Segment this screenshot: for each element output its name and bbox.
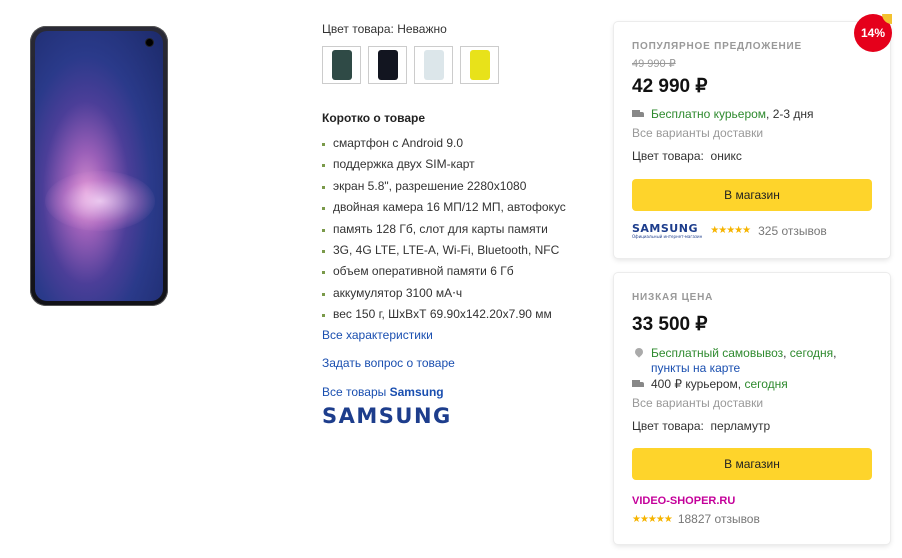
all-brand-goods-link[interactable]: Все товары Samsung — [322, 385, 444, 399]
delivery-row: Бесплатно курьером, 2-3 дня — [632, 107, 872, 122]
free-courier-link[interactable]: Бесплатно курьером — [651, 107, 766, 121]
seller-row: SAMSUNG Официальный интернет-магазин ★★★★… — [632, 222, 872, 239]
feature-item: двойная камера 16 МП/12 МП, автофокус — [322, 197, 566, 218]
product-image[interactable] — [30, 26, 168, 306]
feature-item: объем оперативной памяти 6 Гб — [322, 261, 566, 282]
feature-item: 3G, 4G LTE, LTE-A, Wi-Fi, Bluetooth, NFC — [322, 240, 566, 261]
price: 33 500 ₽ — [632, 314, 708, 335]
truck-icon — [632, 380, 645, 389]
pickup-row: Бесплатный самовывоз, сегодня, пункты на … — [632, 346, 872, 376]
color-swatches — [322, 46, 499, 84]
offer-color-value: перламутр — [710, 419, 771, 433]
feature-item: смартфон с Android 9.0 — [322, 133, 566, 154]
all-delivery-options[interactable]: Все варианты доставки — [632, 126, 872, 140]
phone-screen — [35, 31, 163, 301]
offer-color-row: Цвет товара: перламутр — [632, 419, 872, 433]
short-description-title: Коротко о товаре — [322, 111, 426, 125]
courier-row: 400 ₽ курьером, сегодня — [632, 377, 872, 392]
color-swatch-black[interactable] — [368, 46, 407, 84]
color-selector-label: Цвет товара: Неважно — [322, 22, 447, 36]
all-goods-brand: Samsung — [389, 385, 444, 399]
feature-item: аккумулятор 3100 мА⋅ч — [322, 283, 566, 304]
offer-color-value: оникс — [710, 149, 742, 163]
pickup-comma: , — [833, 346, 837, 360]
seller-subtitle: Официальный интернет-магазин — [632, 234, 703, 239]
courier-day: сегодня — [744, 377, 788, 391]
color-swatch-green[interactable] — [322, 46, 361, 84]
old-price: 49 990 ₽ — [632, 58, 676, 70]
delivery-days: , 2-3 дня — [766, 107, 814, 121]
color-swatch-yellow[interactable] — [460, 46, 499, 84]
all-characteristics-link[interactable]: Все характеристики — [322, 328, 433, 342]
all-delivery-options[interactable]: Все варианты доставки — [632, 396, 872, 410]
offer-color-row: Цвет товара: оникс — [632, 149, 872, 163]
front-camera — [145, 38, 154, 47]
color-swatch-white[interactable] — [414, 46, 453, 84]
free-pickup-link[interactable]: Бесплатный самовывоз — [651, 346, 783, 360]
all-goods-prefix: Все товары — [322, 385, 387, 399]
offer-card-popular: 14% Популярное предложение 49 990 ₽ 42 9… — [614, 14, 892, 258]
offer-kicker: Низкая цена — [632, 292, 714, 303]
pickup-day: сегодня — [789, 346, 834, 360]
swatch-color — [423, 50, 444, 80]
brand-logo[interactable]: SAMSUNG — [322, 404, 452, 428]
feature-item: вес 150 г, ШxВxТ 69.90x142.20x7.90 мм — [322, 304, 566, 325]
swatch-color — [469, 50, 490, 80]
seller-logo[interactable]: SAMSUNG Официальный интернет-магазин — [632, 222, 702, 239]
delivery-text: Бесплатно курьером, 2-3 дня — [651, 107, 814, 122]
seller-name[interactable]: VIDEO-SHOPER.RU — [632, 495, 872, 507]
offer-color-label: Цвет товара: — [632, 419, 704, 433]
reviews-count[interactable]: 18827 отзывов — [678, 512, 760, 526]
go-to-shop-button[interactable]: В магазин — [632, 179, 872, 211]
offer-kicker: Популярное предложение — [632, 41, 803, 52]
color-value: Неважно — [397, 22, 447, 36]
pickup-points-link[interactable]: пункты на карте — [651, 361, 740, 375]
offer-card-low-price: Низкая цена 33 500 ₽ Бесплатный самовыво… — [614, 273, 890, 544]
pickup-separator: , — [783, 346, 790, 360]
ask-question-link[interactable]: Задать вопрос о товаре — [322, 356, 455, 370]
courier-text: 400 ₽ курьером, сегодня — [651, 377, 788, 392]
price: 42 990 ₽ — [632, 76, 708, 97]
truck-icon — [632, 110, 645, 119]
rating-stars: ★★★★★ — [710, 225, 751, 236]
swatch-color — [377, 50, 398, 80]
courier-price: 400 ₽ курьером — [651, 377, 738, 391]
feature-list: смартфон с Android 9.0 поддержка двух SI… — [322, 133, 566, 326]
feature-item: поддержка двух SIM-карт — [322, 154, 566, 175]
color-label: Цвет товара: — [322, 22, 394, 36]
swatch-color — [331, 50, 352, 80]
feature-item: память 128 Гб, слот для карты памяти — [322, 219, 566, 240]
pickup-text: Бесплатный самовывоз, сегодня, пункты на … — [651, 346, 836, 376]
map-pin-icon — [635, 348, 643, 359]
seller-rating-row: ★★★★★ 18827 отзывов — [632, 512, 872, 526]
offer-color-label: Цвет товара: — [632, 149, 704, 163]
go-to-shop-button[interactable]: В магазин — [632, 448, 872, 480]
reviews-count[interactable]: 325 отзывов — [758, 224, 827, 238]
rating-stars: ★★★★★ — [632, 513, 673, 525]
feature-item: экран 5.8", разрешение 2280x1080 — [322, 176, 566, 197]
